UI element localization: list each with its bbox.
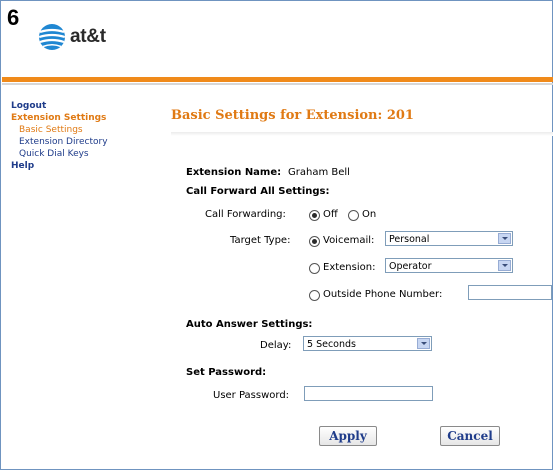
- outside-number-input[interactable]: [468, 285, 552, 300]
- user-password-input[interactable]: [304, 386, 433, 401]
- extension-select[interactable]: Operator: [385, 258, 513, 273]
- extension-name-label: Extension Name:: [186, 167, 282, 178]
- delay-select-value: 5 Seconds: [307, 339, 356, 350]
- call-forwarding-label: Call Forwarding:: [205, 209, 286, 220]
- voicemail-radio[interactable]: [309, 236, 320, 247]
- on-label: On: [362, 209, 377, 220]
- chevron-down-icon[interactable]: [417, 338, 430, 349]
- extension-select-value: Operator: [389, 261, 432, 272]
- header-bar: [2, 77, 553, 82]
- user-password-label: User Password:: [213, 390, 290, 401]
- brand-name: at&t: [70, 26, 106, 47]
- sidebar-nav: Logout Extension Settings Basic Settings…: [11, 100, 108, 172]
- sidebar-item-extension-settings[interactable]: Extension Settings: [11, 112, 108, 124]
- extension-radio[interactable]: [309, 263, 320, 274]
- voicemail-select[interactable]: Personal: [385, 231, 513, 246]
- off-label: Off: [323, 209, 338, 220]
- page-title: Basic Settings for Extension: 201: [171, 108, 414, 123]
- voicemail-label: Voicemail:: [323, 235, 375, 246]
- sidebar-item-extension-directory[interactable]: Extension Directory: [11, 136, 108, 148]
- apply-button[interactable]: Apply: [319, 426, 377, 446]
- extension-name-value: Graham Bell: [288, 167, 350, 178]
- sidebar-item-basic-settings[interactable]: Basic Settings: [11, 124, 108, 136]
- set-password-heading: Set Password:: [186, 367, 267, 378]
- auto-answer-heading: Auto Answer Settings:: [186, 319, 313, 330]
- call-forwarding-on-radio[interactable]: [348, 210, 359, 221]
- att-logo: at&t: [37, 22, 106, 52]
- voicemail-select-value: Personal: [389, 234, 430, 245]
- outside-number-radio[interactable]: [309, 290, 320, 301]
- step-badge: 6: [7, 5, 20, 30]
- sidebar-item-help[interactable]: Help: [11, 160, 108, 172]
- outside-number-label: Outside Phone Number:: [323, 289, 443, 300]
- sidebar-item-quick-dial-keys[interactable]: Quick Dial Keys: [11, 148, 108, 160]
- chevron-down-icon[interactable]: [498, 233, 511, 244]
- delay-select[interactable]: 5 Seconds: [303, 336, 432, 351]
- extension-label: Extension:: [323, 262, 376, 273]
- title-divider: [171, 132, 553, 136]
- call-forward-heading: Call Forward All Settings:: [186, 186, 330, 197]
- cancel-button[interactable]: Cancel: [440, 426, 500, 446]
- chevron-down-icon[interactable]: [498, 260, 511, 271]
- globe-icon: [38, 24, 66, 50]
- delay-label: Delay:: [260, 340, 292, 351]
- header-divider: [2, 83, 553, 85]
- app-window: 6 at&t Logout Extension Settings Basic S…: [0, 0, 553, 470]
- target-type-label: Target Type:: [230, 235, 291, 246]
- sidebar-item-logout[interactable]: Logout: [11, 100, 108, 112]
- call-forwarding-off-radio[interactable]: [309, 210, 320, 221]
